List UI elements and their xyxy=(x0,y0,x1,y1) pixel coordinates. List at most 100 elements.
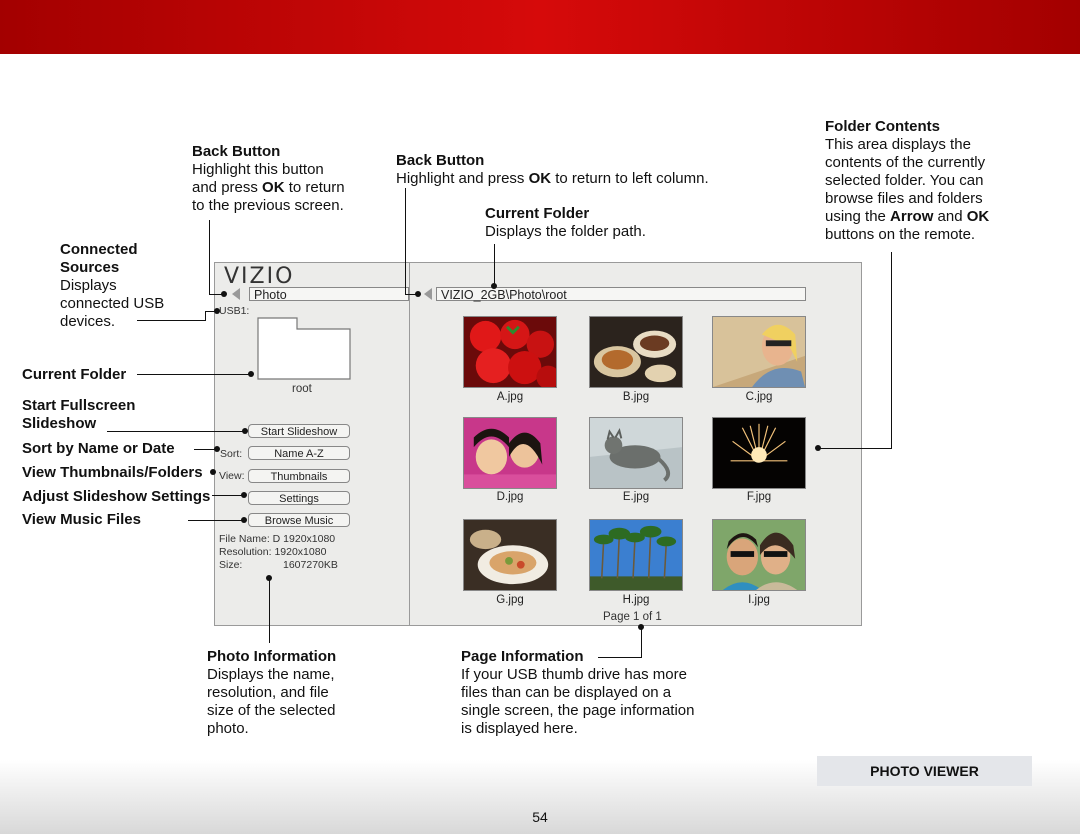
thumbnail-g-caption: G.jpg xyxy=(496,594,524,606)
current-folder-label: Current Folder xyxy=(22,366,127,383)
connected-sources-line3: devices. xyxy=(60,313,116,330)
page-information-line2: files than can be displayed on a xyxy=(461,684,672,701)
photo-information-annotation: Photo Information Displays the name, res… xyxy=(207,648,407,738)
thumbnail-c[interactable] xyxy=(712,316,806,388)
leader-dot xyxy=(221,291,227,297)
thumbnail-h-caption: H.jpg xyxy=(622,594,650,606)
leader-dot xyxy=(242,428,248,434)
leader-line xyxy=(137,320,206,321)
leader-line xyxy=(107,431,245,432)
size-info-label: Size: xyxy=(219,559,243,571)
start-slideshow-button[interactable]: Start Slideshow xyxy=(248,424,350,438)
folder-contents-title: Folder Contents xyxy=(825,118,940,135)
folder-contents-line4: browse files and folders xyxy=(825,190,983,207)
adjust-label: Adjust Slideshow Settings xyxy=(22,488,211,505)
photo-information-line3: size of the selected xyxy=(207,702,336,719)
header-bar xyxy=(0,0,1080,54)
back-button-left-line3: to the previous screen. xyxy=(192,197,344,214)
connected-sources-line2: connected USB xyxy=(60,295,165,312)
page-number: 54 xyxy=(532,809,548,825)
back-button-annotation-right: Back Button Highlight and press OK to re… xyxy=(396,152,776,188)
folder-contents-line1: This area displays the xyxy=(825,136,971,153)
leader-line xyxy=(188,520,244,521)
leader-dot xyxy=(815,445,821,451)
usb-source-label[interactable]: USB1: xyxy=(219,305,249,317)
leader-dot xyxy=(241,492,247,498)
current-folder-annotation-top: Current Folder Displays the folder path. xyxy=(485,205,705,241)
leader-line xyxy=(137,374,251,375)
photo-information-title: Photo Information xyxy=(207,648,337,665)
folder-contents-line5: using the Arrow and OK xyxy=(825,208,990,225)
leader-line xyxy=(641,627,642,658)
leader-line xyxy=(598,657,642,658)
connected-sources-line1: Displays xyxy=(60,277,117,294)
leader-line xyxy=(194,449,216,450)
section-tab[interactable]: PHOTO VIEWER xyxy=(817,756,1032,786)
thumbnail-i[interactable] xyxy=(712,519,806,591)
back-arrow-right-icon[interactable] xyxy=(424,288,432,300)
start-fullscreen-label-1: Start Fullscreen xyxy=(22,397,136,414)
thumbnail-f[interactable] xyxy=(712,417,806,489)
thumbnail-e[interactable] xyxy=(589,417,683,489)
view-button[interactable]: Thumbnails xyxy=(248,469,350,483)
back-button-right-line1: Highlight and press OK to return to left… xyxy=(396,170,709,187)
leader-dot xyxy=(248,371,254,377)
vizio-logo: VIZIO xyxy=(224,264,295,289)
thumbnail-h[interactable] xyxy=(589,519,683,591)
leader-line xyxy=(209,220,210,295)
thumbnail-c-caption: C.jpg xyxy=(745,391,773,403)
resolution-info: Resolution: 1920x1080 xyxy=(219,546,327,558)
thumbnail-g[interactable] xyxy=(463,519,557,591)
connected-sources-annotation: Connected Sources Displays connected USB… xyxy=(60,241,200,331)
photo-information-line4: photo. xyxy=(207,720,249,737)
leader-line xyxy=(891,252,892,449)
sort-button[interactable]: Name A-Z xyxy=(248,446,350,460)
browse-music-button[interactable]: Browse Music xyxy=(248,513,350,527)
thumbnail-f-caption: F.jpg xyxy=(746,491,772,503)
back-button-right-title: Back Button xyxy=(396,152,485,169)
back-button-annotation-left: Back Button Highlight this button and pr… xyxy=(192,143,392,215)
leader-line xyxy=(494,244,495,286)
settings-button[interactable]: Settings xyxy=(248,491,350,505)
thumbnail-d-caption: D.jpg xyxy=(496,491,524,503)
leader-dot xyxy=(491,283,497,289)
leader-dot xyxy=(266,575,272,581)
photo-information-line2: resolution, and file xyxy=(207,684,329,701)
folder-contents-line6: buttons on the remote. xyxy=(825,226,976,243)
music-label: View Music Files xyxy=(22,511,141,528)
thumbnail-a[interactable] xyxy=(463,316,557,388)
right-path-box: VIZIO_2GB\Photo\root xyxy=(436,287,806,302)
size-info-value: 1607270KB xyxy=(283,559,338,571)
folder-contents-annotation: Folder Contents This area displays the c… xyxy=(825,118,1045,244)
leader-line xyxy=(205,311,206,321)
page-indicator: Page 1 of 1 xyxy=(603,611,662,623)
back-arrow-left-icon[interactable] xyxy=(232,288,240,300)
column-divider xyxy=(409,263,410,625)
thumbnail-b-caption: B.jpg xyxy=(622,391,650,403)
leader-line xyxy=(818,448,892,449)
leader-dot xyxy=(415,291,421,297)
back-button-left-line2: and press OK to return xyxy=(192,179,345,196)
sort-label: Sort by Name or Date xyxy=(22,440,175,457)
folder-name: root xyxy=(292,383,312,395)
sort-field-label: Sort: xyxy=(220,448,243,460)
thumbnail-b[interactable] xyxy=(589,316,683,388)
leader-line xyxy=(405,188,406,295)
leader-dot xyxy=(241,517,247,523)
page-information-line3: single screen, the page information xyxy=(461,702,695,719)
left-path-box: Photo xyxy=(249,287,409,302)
leader-line xyxy=(269,578,270,643)
view-field-label: View: xyxy=(219,470,245,482)
page-information-annotation: Page Information If your USB thumb drive… xyxy=(461,648,761,738)
leader-dot xyxy=(210,469,216,475)
start-fullscreen-label-2: Slideshow xyxy=(22,415,97,432)
file-name-info: File Name: D 1920x1080 xyxy=(219,533,336,545)
leader-dot xyxy=(214,308,220,314)
thumbnail-i-caption: I.jpg xyxy=(748,594,770,606)
folder-contents-line2: contents of the currently xyxy=(825,154,986,171)
leader-dot xyxy=(638,624,644,630)
folder-icon[interactable] xyxy=(257,317,351,380)
current-folder-top-text: Displays the folder path. xyxy=(485,223,646,240)
thumbnail-a-caption: A.jpg xyxy=(496,391,524,403)
thumbnail-d[interactable] xyxy=(463,417,557,489)
